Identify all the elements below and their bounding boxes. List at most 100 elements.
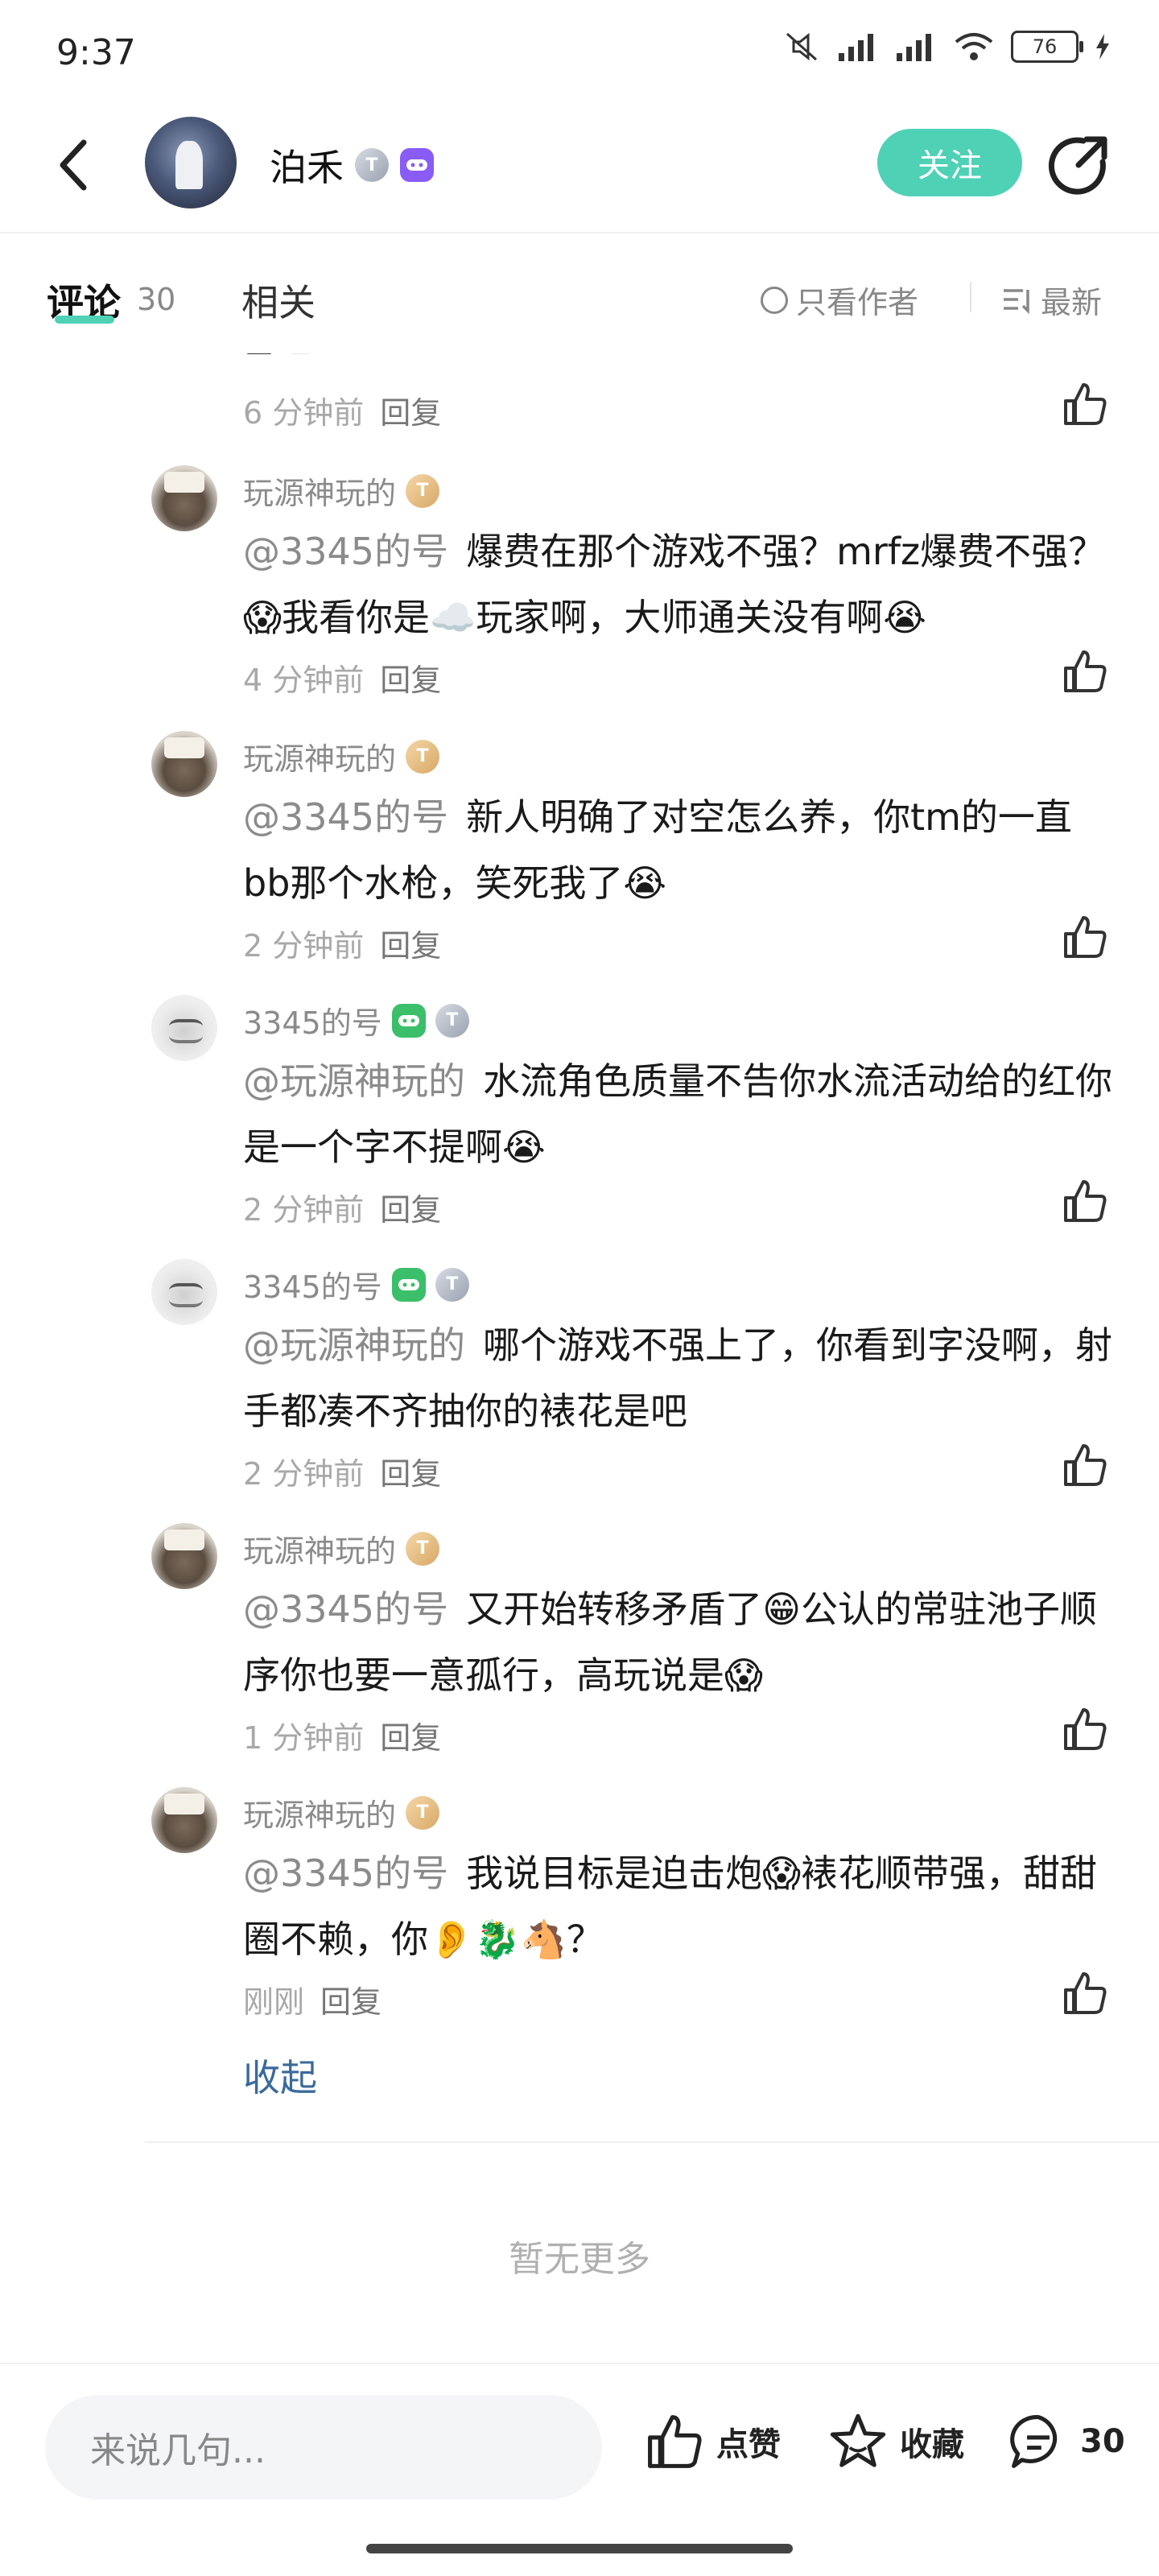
share-icon xyxy=(1048,136,1107,195)
comment-meta: 1 分钟前 回复 xyxy=(243,1713,441,1757)
charging-icon xyxy=(1096,34,1109,60)
thumbs-up-icon[interactable] xyxy=(1061,647,1109,696)
commenter-name-row: 3345的号 T xyxy=(243,1262,469,1307)
commenter-name[interactable]: 3345的号 xyxy=(243,1262,382,1307)
commenter-name[interactable]: 玩源神玩的 xyxy=(243,734,396,778)
partial-comment-text: 是吧 xyxy=(241,330,312,354)
thumbs-up-icon[interactable] xyxy=(1061,1705,1109,1753)
mention-link[interactable]: @3345的号 xyxy=(243,1587,448,1631)
thumbs-up-icon[interactable] xyxy=(1061,1177,1109,1225)
comments-button[interactable]: 30 xyxy=(1008,2411,1125,2472)
comment-text[interactable]: @玩源神玩的 哪个游戏不强上了，你看到字没啊，射手都凑不齐抽你的裱花是吧 xyxy=(243,1312,1112,1444)
like-label: 点赞 xyxy=(716,2426,781,2463)
commenter-avatar[interactable] xyxy=(151,1787,217,1853)
gamepad-badge-icon xyxy=(391,1003,426,1038)
commenter-name-row: 玩源神玩的 T xyxy=(243,1526,440,1571)
reply-button[interactable]: 回复 xyxy=(380,663,441,698)
comment-text[interactable]: @3345的号 又开始转移矛盾了😁公认的常驻池子顺序你也要一意孤行，高玩说是😱 xyxy=(243,1576,1112,1708)
commenter-name[interactable]: 3345的号 xyxy=(243,998,382,1042)
reply-button[interactable]: 回复 xyxy=(380,1720,441,1756)
commenter-name-row: 3345的号 T xyxy=(243,998,469,1042)
home-indicator[interactable] xyxy=(366,2544,793,2553)
only-author-toggle[interactable]: 只看作者 xyxy=(761,278,918,322)
thumbs-up-icon xyxy=(648,2415,702,2468)
list-divider xyxy=(145,2141,1159,2143)
commenter-avatar[interactable] xyxy=(151,465,217,531)
wifi-icon xyxy=(955,33,993,60)
comment-text[interactable]: @3345的号 新人明确了对空怎么养，你tm的一直bb那个水枪，笑死我了😭 xyxy=(243,784,1112,916)
reply-button[interactable]: 回复 xyxy=(380,1456,441,1492)
sort-icon xyxy=(1004,288,1029,314)
status-icons: 76 xyxy=(784,31,1111,63)
mention-link[interactable]: @玩源神玩的 xyxy=(243,1059,465,1103)
reply-button[interactable]: 回复 xyxy=(380,395,441,431)
star-icon xyxy=(830,2413,886,2467)
level-badge-icon: T xyxy=(406,473,440,508)
gamepad-badge-icon xyxy=(400,148,434,182)
level-badge-icon: T xyxy=(435,1267,469,1302)
like-button[interactable]: 点赞 xyxy=(644,2411,781,2472)
commenter-avatar[interactable] xyxy=(151,995,217,1061)
comments-count: 30 xyxy=(137,282,176,317)
signal-icon-2 xyxy=(897,34,931,61)
favorite-label: 收藏 xyxy=(900,2426,964,2463)
share-button[interactable] xyxy=(1046,133,1111,197)
author-avatar[interactable] xyxy=(145,117,237,208)
level-badge-icon: T xyxy=(406,1531,440,1566)
thumbs-up-icon[interactable] xyxy=(1061,380,1109,428)
mute-icon xyxy=(786,32,817,61)
only-author-label: 只看作者 xyxy=(796,285,919,320)
thumbs-up-icon[interactable] xyxy=(1061,1441,1109,1489)
sort-label: 最新 xyxy=(1041,285,1103,320)
comment-meta: 2 分钟前 回复 xyxy=(243,921,441,965)
commenter-avatar[interactable] xyxy=(151,1259,217,1325)
comment-input[interactable]: 来说几句... xyxy=(45,2395,602,2500)
sort-button[interactable]: 最新 xyxy=(1002,278,1102,322)
author-name[interactable]: 泊禾 xyxy=(270,138,344,192)
commenter-avatar[interactable] xyxy=(151,1523,217,1589)
level-badge-icon: T xyxy=(406,1795,440,1830)
radio-icon xyxy=(761,286,788,314)
thumbs-up-icon[interactable] xyxy=(1061,913,1109,961)
mention-link[interactable]: @3345的号 xyxy=(243,1852,448,1895)
reply-button[interactable]: 回复 xyxy=(380,1192,441,1228)
level-badge-icon: T xyxy=(435,1003,469,1038)
comment-text[interactable]: @3345的号 我说目标是迫击炮😱裱花顺带强，甜甜圈不赖，你👂🐉🐴？ xyxy=(243,1840,1112,1972)
comment-meta: 2 分钟前 回复 xyxy=(243,1449,441,1493)
back-button[interactable] xyxy=(50,133,98,197)
commenter-name-row: 玩源神玩的 T xyxy=(243,469,440,513)
tab-active-indicator xyxy=(55,316,114,324)
commenter-name[interactable]: 玩源神玩的 xyxy=(243,469,396,513)
thumbs-up-icon[interactable] xyxy=(1061,1969,1109,2017)
favorite-button[interactable]: 收藏 xyxy=(827,2411,964,2472)
comment-time: 4 分钟前 xyxy=(243,663,365,698)
mention-link[interactable]: @3345的号 xyxy=(243,795,448,839)
comment-time: 2 分钟前 xyxy=(243,1456,365,1492)
signal-icon xyxy=(839,34,873,61)
mention-link[interactable]: @3345的号 xyxy=(243,530,448,573)
collapse-replies-button[interactable]: 收起 xyxy=(243,2049,317,2102)
comment-time: 6 分钟前 xyxy=(243,395,365,431)
commenter-avatar[interactable] xyxy=(151,731,217,797)
comment-meta: 6 分钟前 回复 xyxy=(243,388,441,432)
tab-separator xyxy=(970,282,971,312)
author-name-row: 泊禾 T xyxy=(270,138,434,192)
comment-time: 2 分钟前 xyxy=(243,928,365,964)
reply-button[interactable]: 回复 xyxy=(320,1984,382,2020)
level-badge-icon: T xyxy=(355,148,389,182)
commenter-name[interactable]: 玩源神玩的 xyxy=(243,1790,396,1835)
mention-link[interactable]: @玩源神玩的 xyxy=(243,1323,465,1367)
commenter-name[interactable]: 玩源神玩的 xyxy=(243,1526,396,1571)
chevron-left-icon xyxy=(60,139,87,191)
header-divider xyxy=(0,232,1159,233)
comment-text[interactable]: @3345的号 爆费在那个游戏不强？mrfz爆费不强？😱我看你是☁️玩家啊，大师通… xyxy=(243,518,1112,650)
tab-related[interactable]: 相关 xyxy=(241,274,316,327)
reply-button[interactable]: 回复 xyxy=(380,928,441,964)
level-badge-icon: T xyxy=(406,739,440,774)
comment-time: 刚刚 xyxy=(243,1984,305,2020)
follow-button[interactable]: 关注 xyxy=(877,129,1022,196)
comment-text[interactable]: @玩源神玩的 水流角色质量不告你水流活动给的红你是一个字不提啊😭 xyxy=(243,1048,1112,1180)
comment-time: 2 分钟前 xyxy=(243,1192,365,1228)
status-time: 9:37 xyxy=(56,32,136,73)
comment-meta: 2 分钟前 回复 xyxy=(243,1185,441,1229)
